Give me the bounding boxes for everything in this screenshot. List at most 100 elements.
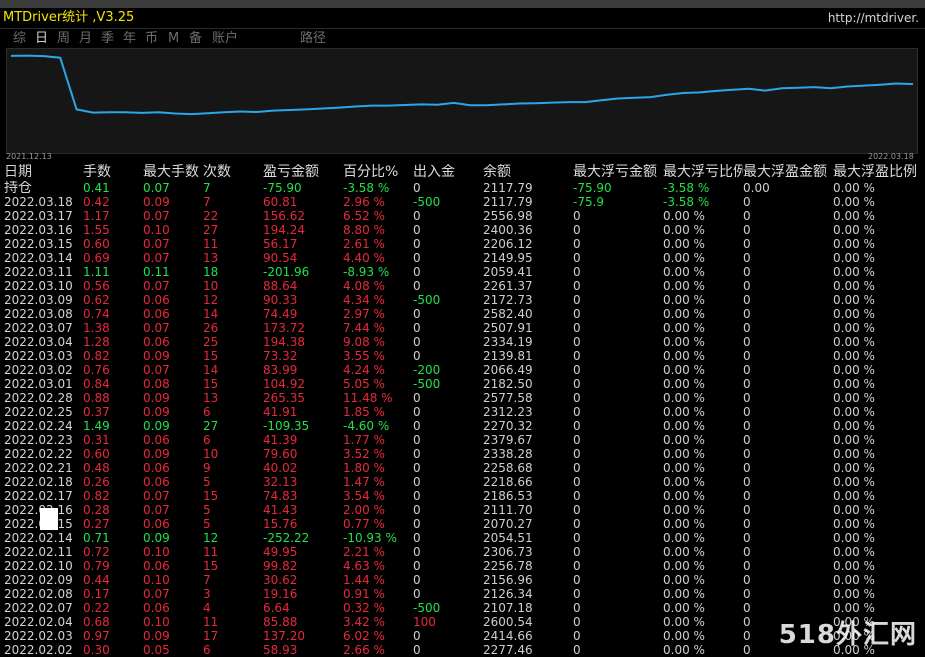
tab-notes[interactable]: 备 (189, 31, 202, 47)
table-row[interactable]: 2022.02.21 0.48 0.06 9 40.02 1.80 % 0 2258.68 0 0… (0, 461, 925, 475)
table-row[interactable]: 2022.03.15 0.60 0.07 11 56.17 2.61 % 0 2206.12 0… (0, 237, 925, 251)
col-header-date[interactable]: 日期 (4, 164, 32, 181)
chart-start-date: 2021.12.13 (6, 152, 52, 161)
table-row[interactable]: 2022.03.01 0.84 0.08 15 104.92 5.05 % -500 2182… (0, 377, 925, 391)
table-row[interactable]: 2022.02.16 0.28 0.07 5 41.43 2.00 % 0 2111.70 0 0… (0, 503, 925, 517)
cell-count: 10 (203, 279, 219, 293)
cell-date: 2022.03.11 (4, 265, 73, 279)
table-row[interactable]: 2022.03.09 0.62 0.06 12 90.33 4.34 % -500 2172.… (0, 293, 925, 307)
table-row[interactable]: 2022.02.24 1.49 0.09 27 -109.35 -4.60 % 0 2270.… (0, 419, 925, 433)
cell-date: 2022.02.08 (4, 587, 73, 601)
table-row[interactable]: 2022.02.09 0.44 0.10 7 30.62 1.44 % 0 2156.96 0 0… (0, 573, 925, 587)
col-header-max-float-profit[interactable]: 最大浮盈金额 (743, 164, 833, 181)
tab-path[interactable]: 路径 (300, 31, 326, 47)
col-header-count[interactable]: 次数 (203, 164, 231, 181)
table-row[interactable]: 2022.02.23 0.31 0.06 6 41.39 1.77 % 0 2379.67 0 0… (0, 433, 925, 447)
col-header-max-float-loss-pct[interactable]: 最大浮亏比例 (663, 164, 743, 181)
cell-max-float-profit: 0 (743, 559, 751, 573)
tab-day[interactable]: 日 (35, 31, 48, 47)
cell-count: 18 (203, 265, 219, 279)
cell-count: 15 (203, 349, 219, 363)
table-row[interactable]: 2022.03.10 0.56 0.07 10 88.64 4.08 % 0 2261.37 0… (0, 279, 925, 293)
cell-max-float-profit: 0 (743, 433, 751, 447)
tab-account[interactable]: 账户 (212, 31, 238, 47)
table-row[interactable]: 2022.03.11 1.11 0.11 18 -201.96 -8.93 % 0 2059.… (0, 265, 925, 279)
cell-max-float-loss-pct: 0.00 % (663, 335, 705, 349)
table-row[interactable]: 2022.03.16 1.55 0.10 27 194.24 8.80 % 0 2400.36… (0, 223, 925, 237)
cell-balance: 2070.27 (483, 517, 533, 531)
table-row[interactable]: 2022.03.03 0.82 0.09 15 73.32 3.55 % 0 2139.81 0… (0, 349, 925, 363)
cell-max-lots: 0.07 (143, 237, 170, 251)
cell-max-float-loss-pct: -3.58 % (663, 181, 710, 195)
table-row[interactable]: 2022.02.10 0.79 0.06 15 99.82 4.63 % 0 2256.78 0… (0, 559, 925, 573)
cell-max-float-loss: 0 (573, 587, 581, 601)
cell-count: 14 (203, 363, 219, 377)
tab-summary[interactable]: 综 (13, 31, 26, 47)
table-row[interactable]: 2022.02.25 0.37 0.09 6 41.91 1.85 % 0 2312.23 0 0… (0, 405, 925, 419)
table-row[interactable]: 2022.02.08 0.17 0.07 3 19.16 0.91 % 0 2126.34 0 0… (0, 587, 925, 601)
table-row[interactable]: 2022.02.18 0.26 0.06 5 32.13 1.47 % 0 2218.66 0 0… (0, 475, 925, 489)
cell-percent: 11.48 % (343, 391, 393, 405)
tab-m[interactable]: M (168, 31, 179, 47)
tab-quarter[interactable]: 季 (101, 31, 114, 47)
col-header-pnl[interactable]: 盈亏金额 (263, 164, 319, 181)
cell-max-float-loss-pct: 0.00 % (663, 209, 705, 223)
cell-lots: 0.82 (83, 349, 110, 363)
cell-lots: 1.55 (83, 223, 110, 237)
col-header-lots[interactable]: 手数 (83, 164, 111, 181)
website-link[interactable]: http://mtdriver. (828, 11, 919, 26)
table-row[interactable]: 2022.02.22 0.60 0.09 10 79.60 3.52 % 0 2338.28 0… (0, 447, 925, 461)
cell-date: 2022.03.16 (4, 223, 73, 237)
col-header-max-float-loss[interactable]: 最大浮亏金额 (573, 164, 663, 181)
cell-lots: 1.49 (83, 419, 110, 433)
table-row[interactable]: 2022.03.18 0.42 0.09 7 60.81 2.96 % -500 2117.7… (0, 195, 925, 209)
cell-lots: 0.31 (83, 433, 110, 447)
cell-count: 11 (203, 545, 219, 559)
table-row[interactable]: 2022.02.14 0.71 0.09 12 -252.22 -10.93 % 0 2054… (0, 531, 925, 545)
cell-deposit: 0 (413, 643, 421, 657)
cell-percent: 2.96 % (343, 195, 385, 209)
col-header-max-lots[interactable]: 最大手数 (143, 164, 199, 181)
cell-date: 2022.02.18 (4, 475, 73, 489)
cell-max-float-profit-pct: 0.00 % (833, 349, 875, 363)
cell-pnl: 56.17 (263, 237, 298, 251)
cell-date: 2022.02.02 (4, 643, 73, 657)
tab-month[interactable]: 月 (79, 31, 92, 47)
table-row[interactable]: 2022.02.07 0.22 0.06 4 6.64 0.32 % -500 2107.18… (0, 601, 925, 615)
cell-count: 6 (203, 643, 211, 657)
position-row[interactable]: 持仓 0.41 0.07 7 -75.90 -3.58 % 0 2117.79 -75.90 -3… (0, 181, 925, 195)
table-row[interactable]: 2022.03.07 1.38 0.07 26 173.72 7.44 % 0 2507.91… (0, 321, 925, 335)
table-row[interactable]: 2022.03.17 1.17 0.07 22 156.62 6.52 % 0 2556.98… (0, 209, 925, 223)
table-row[interactable]: 2022.02.28 0.88 0.09 13 265.35 11.48 % 0 2577.5… (0, 391, 925, 405)
col-header-balance[interactable]: 余额 (483, 164, 511, 181)
table-row[interactable]: 2022.03.14 0.69 0.07 13 90.54 4.40 % 0 2149.95 0… (0, 251, 925, 265)
tab-year[interactable]: 年 (123, 31, 136, 47)
cell-max-lots: 0.09 (143, 629, 170, 643)
col-header-percent[interactable]: 百分比% (343, 164, 398, 181)
cell-deposit: 0 (413, 307, 421, 321)
tab-week[interactable]: 周 (57, 31, 70, 47)
table-row[interactable]: 2022.03.08 0.74 0.06 14 74.49 2.97 % 0 2582.40 0… (0, 307, 925, 321)
cell-max-float-profit-pct: 0.00 % (833, 181, 875, 195)
redaction-patch (40, 508, 58, 530)
table-row[interactable]: 2022.03.04 1.28 0.06 25 194.38 9.08 % 0 2334.19… (0, 335, 925, 349)
cell-max-float-loss: 0 (573, 419, 581, 433)
cell-max-float-loss: 0 (573, 279, 581, 293)
col-header-max-float-profit-pct[interactable]: 最大浮盈比例 (833, 164, 925, 181)
table-row[interactable]: 2022.02.11 0.72 0.10 11 49.95 2.21 % 0 2306.73 0… (0, 545, 925, 559)
cell-max-lots: 0.10 (143, 545, 170, 559)
col-header-deposit[interactable]: 出入金 (413, 164, 455, 181)
cell-balance: 2107.18 (483, 601, 533, 615)
cell-percent: 4.08 % (343, 279, 385, 293)
table-row[interactable]: 2022.02.15 0.27 0.06 5 15.76 0.77 % 0 2070.27 0 0… (0, 517, 925, 531)
balance-chart-svg (10, 54, 914, 116)
cell-max-float-loss-pct: 0.00 % (663, 279, 705, 293)
cell-lots: 0.69 (83, 251, 110, 265)
cell-max-float-profit-pct: 0.00 % (833, 363, 875, 377)
cell-max-lots: 0.10 (143, 573, 170, 587)
cell-percent: 9.08 % (343, 335, 385, 349)
table-row[interactable]: 2022.02.17 0.82 0.07 15 74.83 3.54 % 0 2186.53 0… (0, 489, 925, 503)
table-row[interactable]: 2022.03.02 0.76 0.07 14 83.99 4.24 % -200 2066.… (0, 363, 925, 377)
cell-lots: 0.71 (83, 531, 110, 545)
tab-currency[interactable]: 币 (145, 31, 158, 47)
